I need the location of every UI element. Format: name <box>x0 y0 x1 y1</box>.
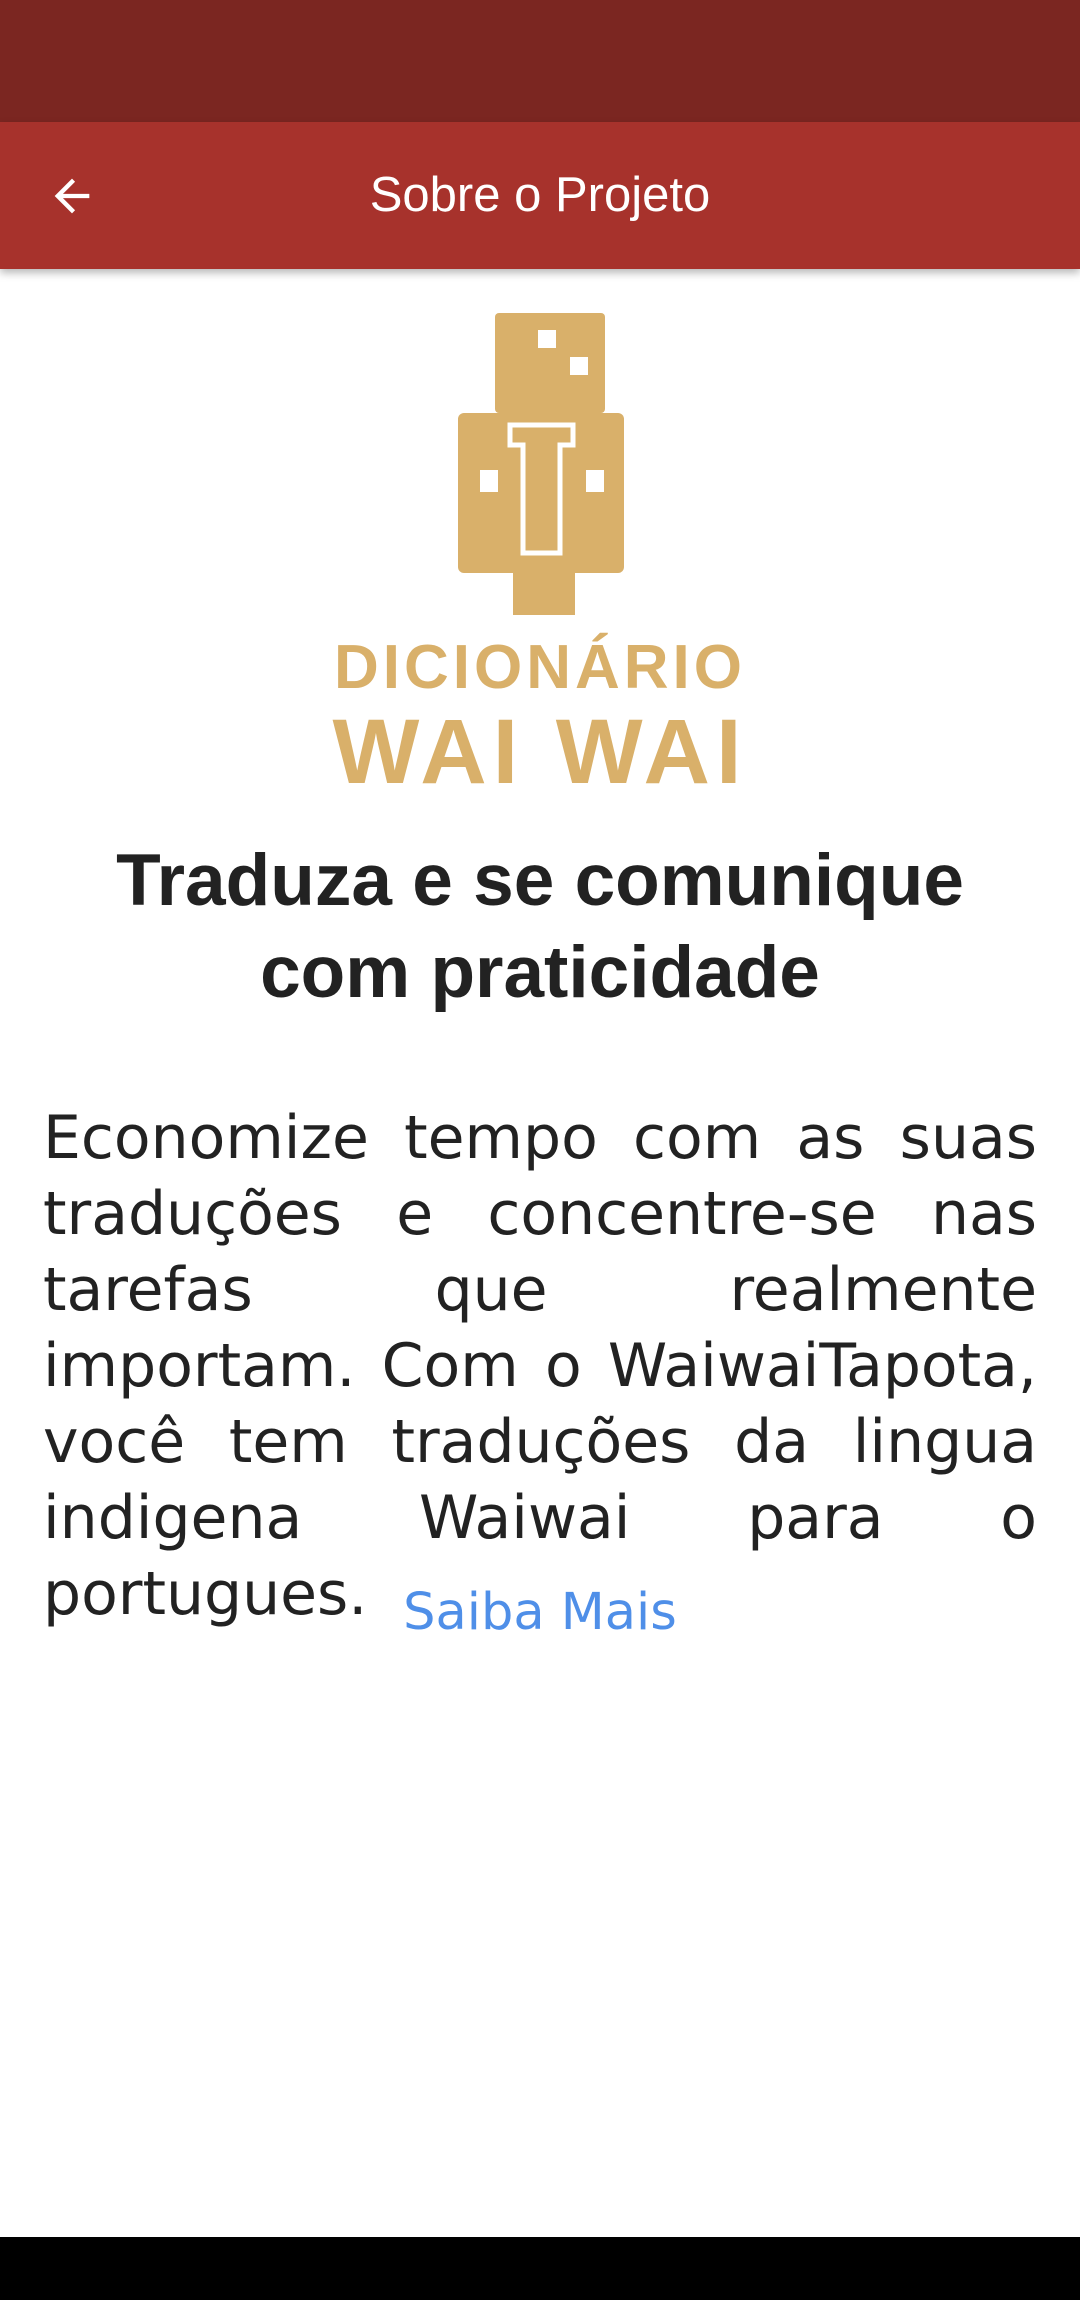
system-nav-bar <box>0 2237 1080 2300</box>
saiba-mais-link[interactable]: Saiba Mais <box>403 1583 677 1642</box>
description-text: Economize tempo com as suas traduções e … <box>43 1103 1037 1629</box>
app-bar: Sobre o Projeto <box>0 122 1080 269</box>
logo-line2: WAI WAI <box>332 701 747 795</box>
status-bar <box>0 0 1080 122</box>
saiba-mais-container: Saiba Mais <box>0 1580 1080 1646</box>
page-title: Sobre o Projeto <box>369 168 711 222</box>
back-button[interactable] <box>30 158 114 234</box>
arrow-left-icon <box>54 178 90 214</box>
logo-line1: DICIONÁRIO <box>334 633 746 702</box>
dicionario-wai-wai-logo: DICIONÁRIO WAI WAI <box>332 313 747 795</box>
headline: Traduza e se comunique com praticidade <box>116 840 964 1013</box>
wai-wai-figure-icon <box>458 313 624 615</box>
